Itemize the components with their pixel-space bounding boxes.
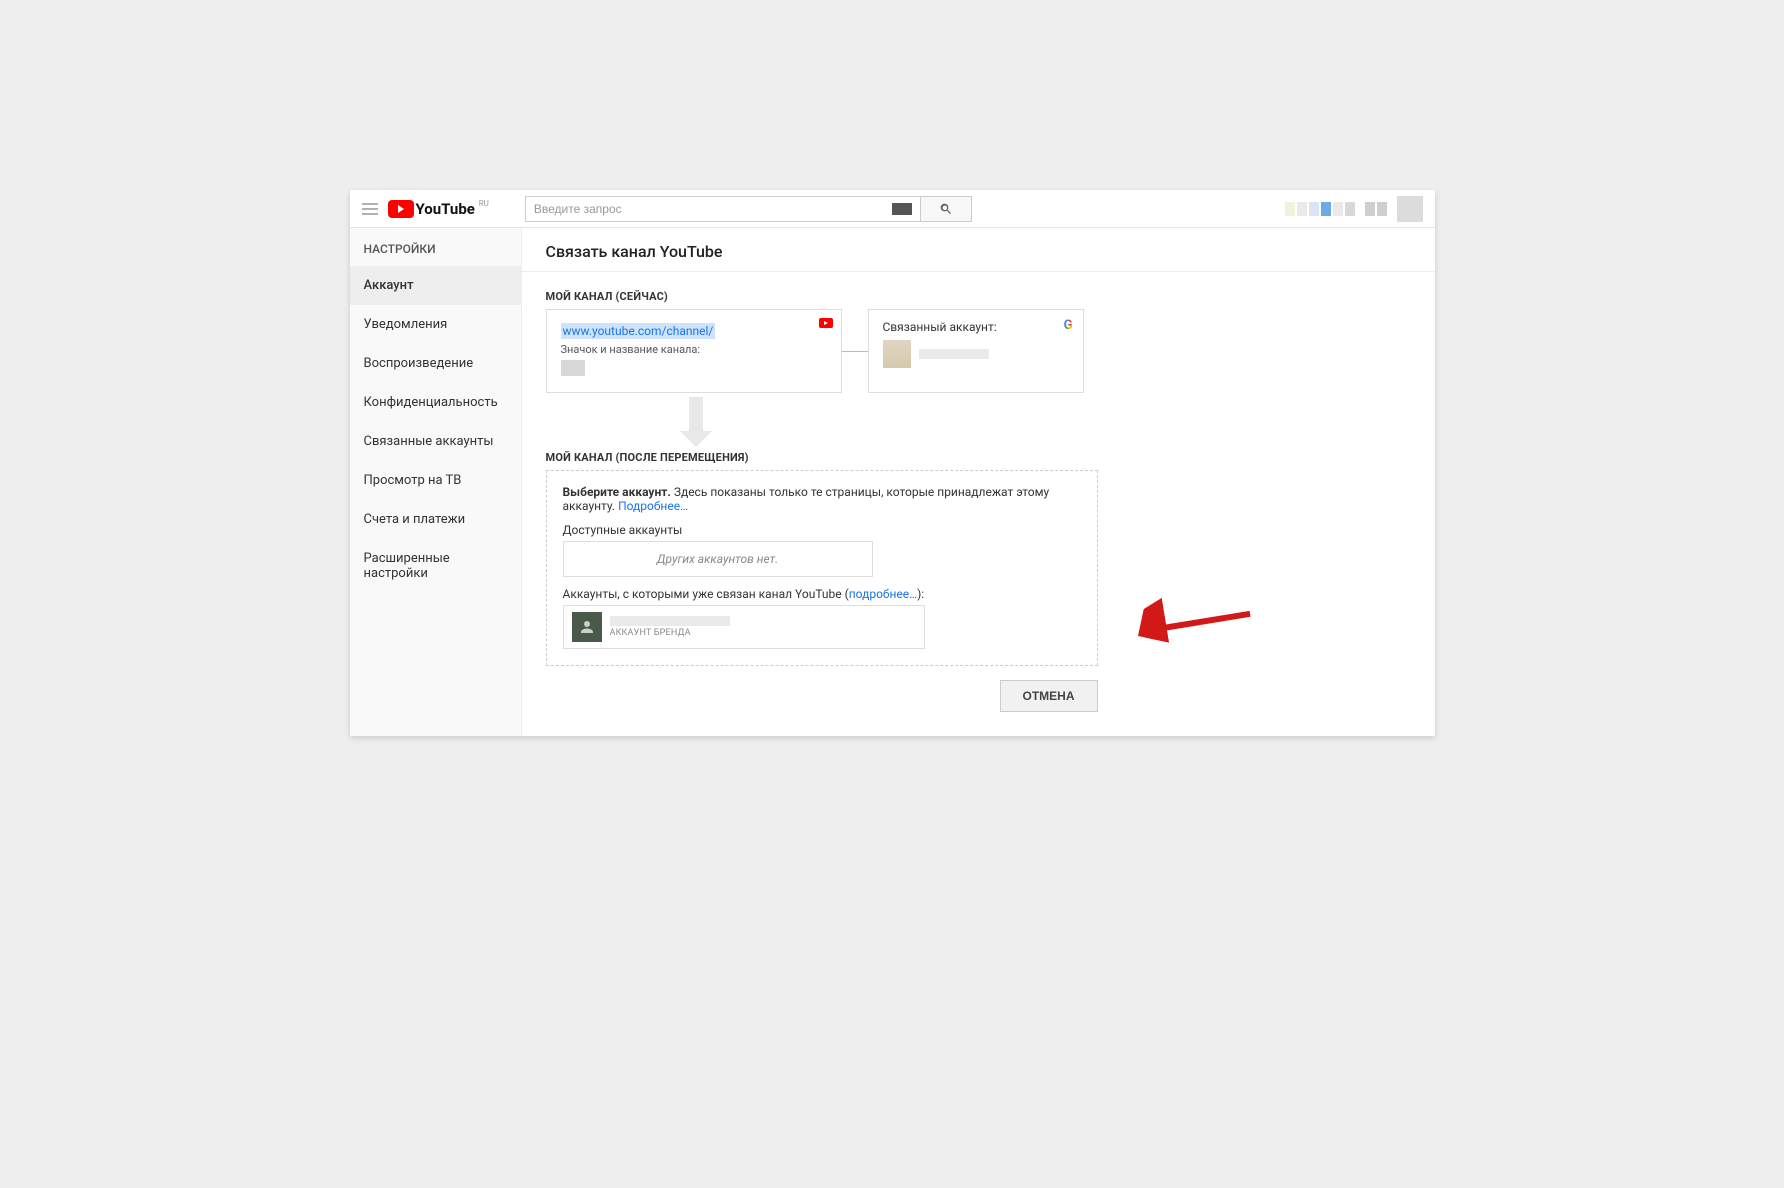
sidebar-item-notifications[interactable]: Уведомления (350, 305, 521, 344)
no-accounts-text: Других аккаунтов нет. (657, 552, 779, 566)
down-arrow-icon (680, 397, 712, 447)
sidebar-item-label: Расширенные настройки (364, 551, 450, 581)
sidebar-item-advanced[interactable]: Расширенные настройки (350, 539, 521, 593)
move-target-box: Выберите аккаунт. Здесь показаны только … (546, 470, 1098, 666)
no-accounts-box: Других аккаунтов нет. (563, 541, 873, 577)
sidebar-item-playback[interactable]: Воспроизведение (350, 344, 521, 383)
sidebar-item-label: Уведомления (364, 317, 448, 332)
avatar[interactable] (1397, 196, 1423, 222)
brand-account-row[interactable]: АККАУНТ БРЕНДА (563, 605, 925, 649)
blurred-brand-name (610, 616, 730, 626)
sidebar: НАСТРОЙКИ Аккаунт Уведомления Воспроизве… (350, 228, 522, 736)
app-window: YouTube RU НАСТРОЙКИ Аккаунт Уведомления… (350, 190, 1435, 736)
google-icon: G (1064, 318, 1073, 333)
topbar: YouTube RU (350, 190, 1435, 228)
linked-account-row (883, 340, 1069, 368)
sidebar-item-billing[interactable]: Счета и платежи (350, 500, 521, 539)
brand-account-text: АККАУНТ БРЕНДА (610, 616, 730, 638)
divider (522, 271, 1435, 272)
current-channel-card: www.youtube.com/channel/ Значок и назван… (546, 309, 842, 393)
youtube-logo[interactable]: YouTube RU (388, 200, 475, 218)
sidebar-item-privacy[interactable]: Конфиденциальность (350, 383, 521, 422)
section-after-label: МОЙ КАНАЛ (ПОСЛЕ ПЕРЕМЕЩЕНИЯ) (546, 451, 1411, 464)
keyboard-icon[interactable] (892, 203, 912, 215)
sidebar-item-label: Аккаунт (364, 278, 414, 293)
body: НАСТРОЙКИ Аккаунт Уведомления Воспроизве… (350, 228, 1435, 736)
brand-account-label: АККАУНТ БРЕНДА (610, 628, 730, 638)
already-linked-more-link[interactable]: подробнее… (849, 587, 917, 601)
sidebar-item-label: Связанные аккаунты (364, 434, 494, 449)
youtube-icon (819, 318, 833, 328)
already-linked-suffix: ): (917, 587, 924, 601)
search-button[interactable] (920, 196, 972, 222)
sidebar-item-label: Просмотр на ТВ (364, 473, 462, 488)
search-box (525, 196, 972, 222)
topbar-right (1285, 196, 1423, 222)
choose-account-text: Выберите аккаунт. Здесь показаны только … (563, 485, 1081, 513)
channel-thumbnail (561, 360, 585, 376)
logo-text: YouTube (416, 200, 475, 218)
footer-actions: ОТМЕНА (546, 666, 1098, 716)
page-title: Связать канал YouTube (546, 242, 1411, 271)
sidebar-item-linked[interactable]: Связанные аккаунты (350, 422, 521, 461)
connector-line (842, 351, 868, 352)
menu-icon[interactable] (362, 203, 378, 215)
linked-account-avatar (883, 340, 911, 368)
play-icon (388, 200, 414, 218)
main-content: Связать канал YouTube МОЙ КАНАЛ (СЕЙЧАС)… (522, 228, 1435, 736)
section-now-label: МОЙ КАНАЛ (СЕЙЧАС) (546, 290, 1411, 303)
channel-url-link[interactable]: www.youtube.com/channel/ (561, 323, 716, 339)
already-linked-prefix: Аккаунты, с которыми уже связан канал Yo… (563, 587, 849, 601)
already-linked-label: Аккаунты, с которыми уже связан канал Yo… (563, 587, 1081, 601)
person-icon (572, 612, 602, 642)
sidebar-item-label: Воспроизведение (364, 356, 474, 371)
annotation-arrow-icon (1138, 587, 1256, 659)
sidebar-item-account[interactable]: Аккаунт (350, 266, 521, 305)
cards-row: www.youtube.com/channel/ Значок и назван… (546, 309, 1411, 393)
blurred-name (919, 349, 989, 359)
sidebar-item-label: Конфиденциальность (364, 395, 498, 410)
sidebar-item-tv[interactable]: Просмотр на ТВ (350, 461, 521, 500)
search-input[interactable] (525, 196, 920, 222)
channel-sub-label: Значок и название канала: (561, 343, 827, 356)
sidebar-title: НАСТРОЙКИ (350, 228, 521, 266)
learn-more-link[interactable]: Подробнее… (618, 499, 688, 513)
cancel-button[interactable]: ОТМЕНА (1000, 680, 1098, 712)
linked-account-label: Связанный аккаунт: (883, 320, 1069, 334)
logo-region: RU (479, 199, 489, 208)
choose-bold: Выберите аккаунт. (563, 485, 671, 499)
available-accounts-label: Доступные аккаунты (563, 523, 1081, 537)
search-icon (939, 202, 953, 216)
sidebar-item-label: Счета и платежи (364, 512, 466, 527)
linked-account-card: G Связанный аккаунт: (868, 309, 1084, 393)
blurred-toolbar (1285, 202, 1387, 216)
